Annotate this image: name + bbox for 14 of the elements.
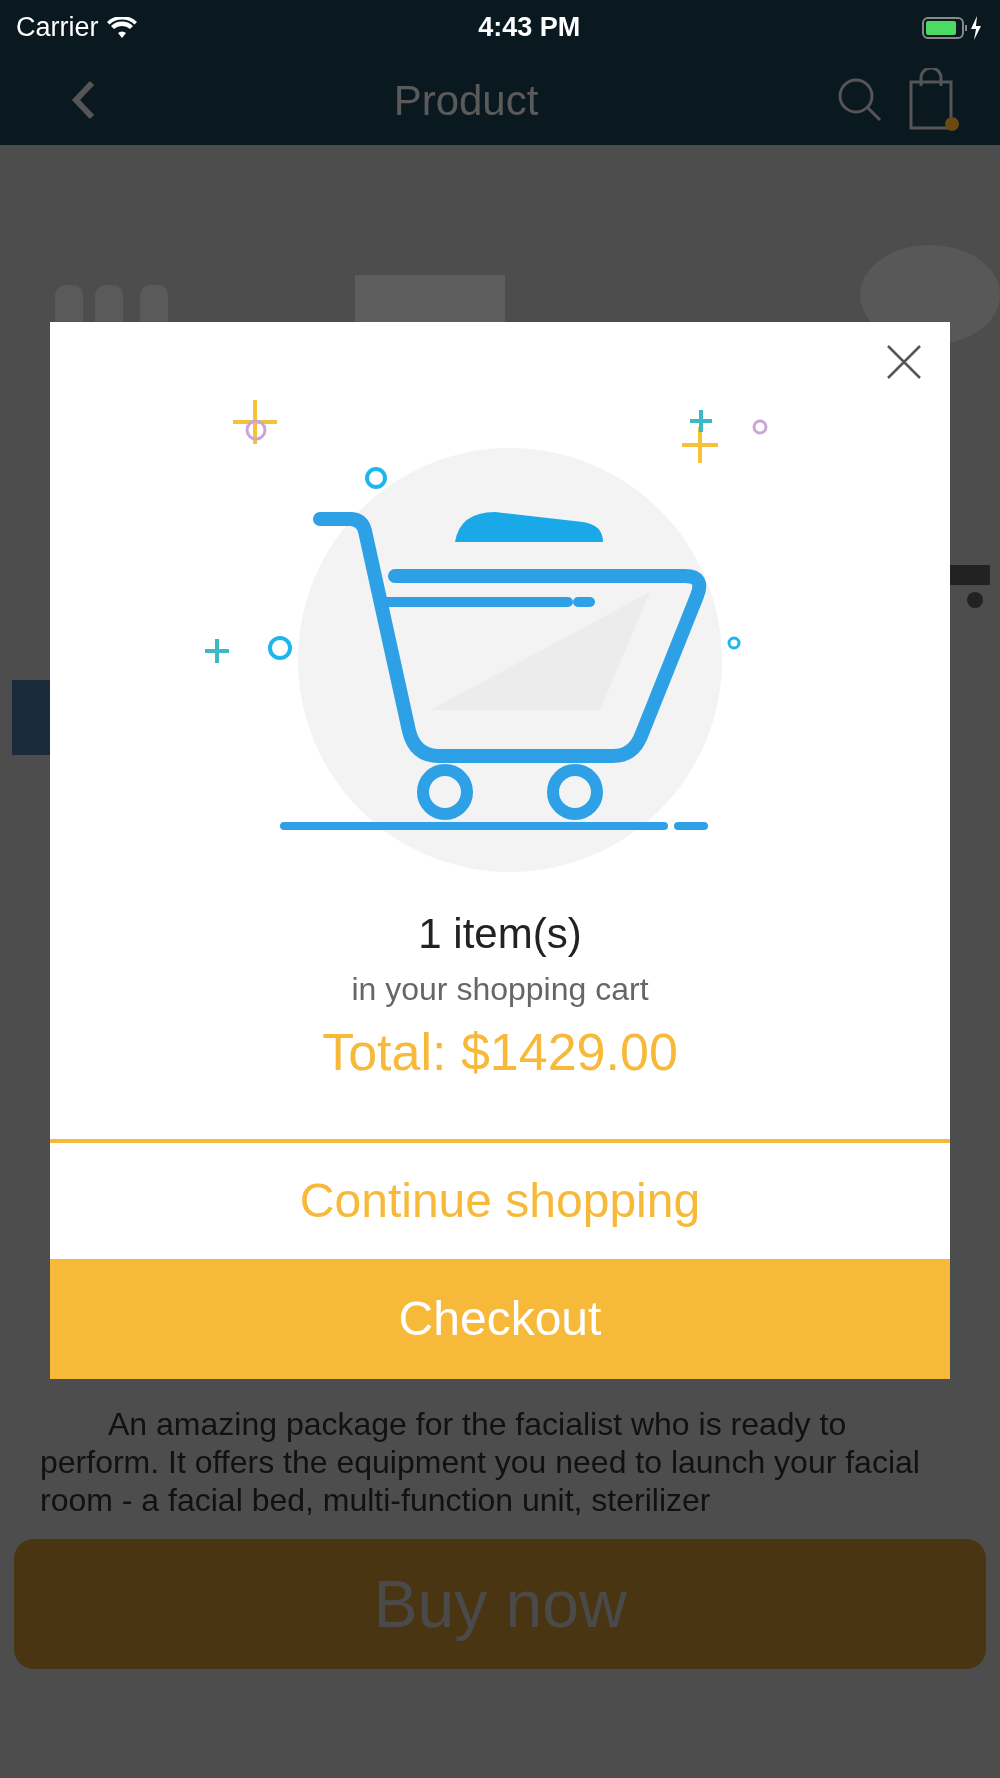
description-text: An amazing package for the facialist who is ready to perform. It offers the equipment you need to launch your facial room - a facial bed, multi-function unit, sterilizer [39,1405,921,1519]
item-count: 1 item(s) [417,909,583,959]
page-title: Product [392,75,540,126]
cart-subtitle: in your shopping cart [350,970,650,1009]
wifi-icon [106,16,137,39]
search-button[interactable] [836,76,884,124]
carrier-label: Carrier [16,11,99,45]
cart-total: Total: $1429.00 [321,1022,679,1083]
cart-button[interactable] [908,68,960,132]
close-button[interactable] [886,344,922,380]
status-time: 4:43 PM [478,11,581,45]
battery-icon [922,14,984,41]
checkout-button[interactable]: Checkout [50,1259,950,1379]
back-button[interactable] [70,79,96,121]
